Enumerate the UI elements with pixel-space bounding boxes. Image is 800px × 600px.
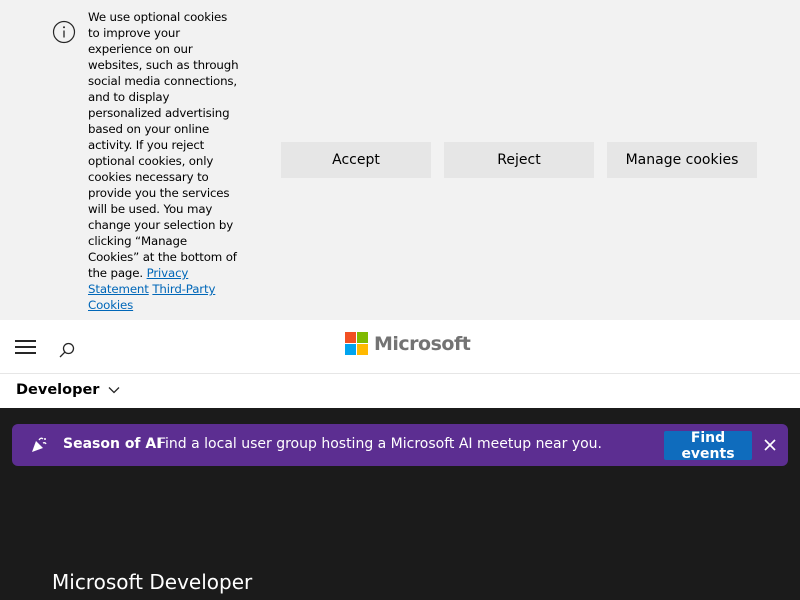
microsoft-logo-link[interactable]: Microsoft [345,332,471,355]
brand-name: Microsoft [374,332,471,355]
info-icon [52,20,76,44]
cookie-message: We use optional cookies to improve your … [88,9,240,313]
logo-square-green [357,332,368,343]
find-events-button[interactable]: Find events [664,430,752,462]
manage-cookies-button[interactable]: Manage cookies [607,142,757,178]
search-icon[interactable] [58,341,76,359]
logo-square-yellow [357,344,368,355]
celebration-icon [32,437,47,452]
developer-menu[interactable]: Developer [16,382,120,398]
reject-button[interactable]: Reject [444,142,594,178]
page-title: Microsoft Developer [52,570,253,594]
chevron-down-icon [108,387,120,394]
microsoft-logo-icon [345,332,368,355]
developer-menu-label: Developer [16,382,100,398]
cookie-message-text: We use optional cookies to improve your … [88,10,239,280]
sub-navigation: Developer [0,374,800,408]
cookie-button-group: Accept Reject Manage cookies [281,142,757,178]
close-icon[interactable] [763,438,777,452]
announcement-text: Find a local user group hosting a Micros… [158,436,603,452]
cookie-banner: We use optional cookies to improve your … [0,0,800,320]
announcement-title: Season of AI [63,436,162,452]
logo-square-red [345,332,356,343]
site-header: Microsoft [0,320,800,374]
hamburger-menu-icon[interactable] [15,340,36,354]
accept-button[interactable]: Accept [281,142,431,178]
logo-square-blue [345,344,356,355]
announcement-banner: Season of AI Find a local user group hos… [12,424,788,466]
